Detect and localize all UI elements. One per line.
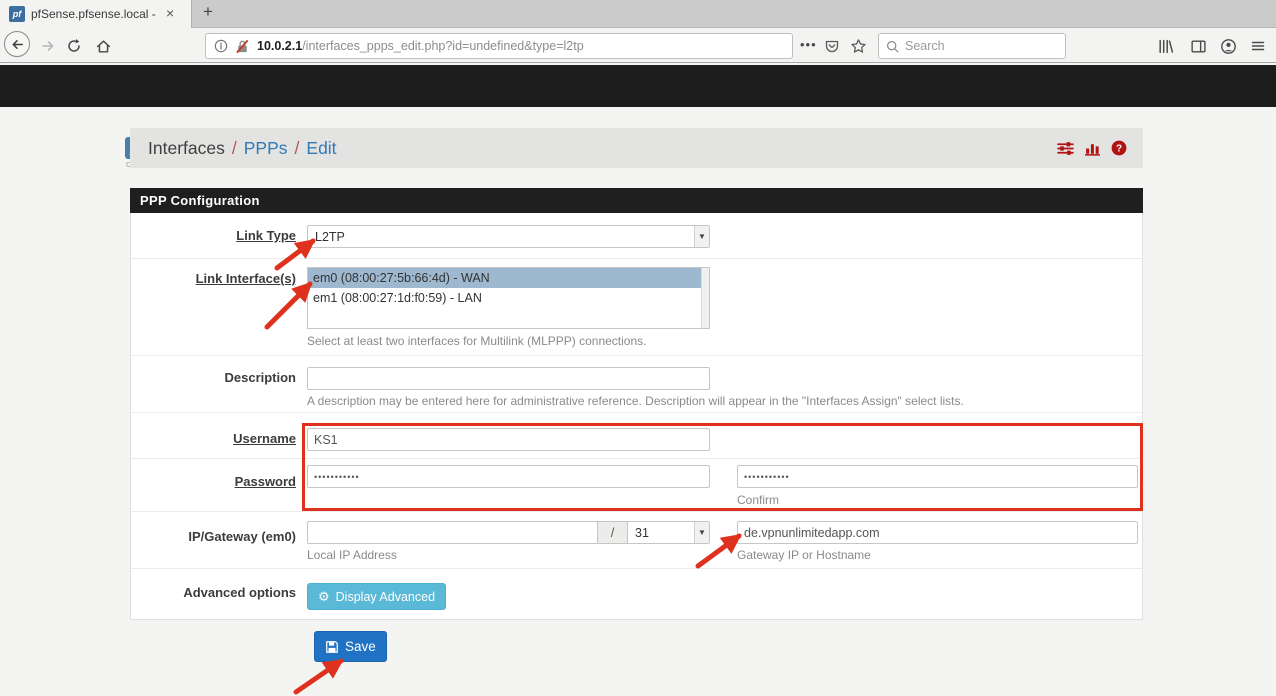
chevron-down-icon: ▼ — [694, 226, 709, 247]
description-help: A description may be entered here for ad… — [307, 394, 964, 408]
browser-tab[interactable]: pf pfSense.pfsense.local - × — [0, 0, 192, 28]
back-button[interactable] — [4, 31, 30, 57]
account-button[interactable] — [1218, 36, 1238, 56]
row-divider — [131, 568, 1142, 569]
arrow-save — [296, 661, 341, 692]
bookmark-button[interactable] — [848, 36, 868, 56]
local-ip-input[interactable] — [307, 521, 598, 544]
link-interfaces-label: Link Interface(s) — [138, 271, 296, 286]
tab-close-icon[interactable]: × — [166, 5, 174, 21]
url-bar[interactable]: 10.0.2.1/interfaces_ppps_edit.php?id=und… — [205, 33, 793, 59]
link-type-label: Link Type — [138, 228, 296, 243]
password-confirm-input[interactable] — [737, 465, 1138, 488]
breadcrumb-section: Interfaces — [148, 138, 225, 159]
link-interfaces-listbox[interactable]: em0 (08:00:27:5b:66:4d) - WAN em1 (08:00… — [307, 267, 710, 329]
hamburger-icon — [1250, 38, 1266, 54]
search-box[interactable] — [878, 33, 1066, 59]
listbox-option-em0[interactable]: em0 (08:00:27:5b:66:4d) - WAN — [308, 268, 709, 288]
library-icon — [1157, 38, 1174, 55]
description-input[interactable] — [307, 367, 710, 390]
sliders-icon[interactable] — [1057, 141, 1074, 156]
row-divider — [131, 258, 1142, 259]
save-label: Save — [345, 639, 376, 654]
account-icon — [1220, 38, 1237, 55]
library-button[interactable] — [1155, 36, 1175, 56]
password-input[interactable] — [307, 465, 710, 488]
forward-icon — [40, 38, 56, 54]
tab-title: pfSense.pfsense.local - — [31, 7, 156, 21]
password-confirm-help: Confirm — [737, 493, 779, 507]
home-icon — [95, 38, 112, 55]
breadcrumb-link-ppps[interactable]: PPPs — [244, 138, 288, 159]
ip-separator: / — [597, 521, 628, 544]
page-info-icon[interactable] — [214, 39, 228, 53]
sidebar-icon — [1190, 38, 1207, 55]
breadcrumb-separator: / — [295, 138, 300, 159]
chevron-down-icon: ▼ — [694, 522, 709, 543]
new-tab-button[interactable]: + — [203, 2, 213, 22]
browser-tab-bar: pf pfSense.pfsense.local - × + — [0, 0, 1276, 28]
svg-text:?: ? — [1116, 144, 1122, 155]
ip-gateway-label: IP/Gateway (em0) — [138, 529, 296, 544]
url-path: /interfaces_ppps_edit.php?id=undefined&t… — [302, 39, 583, 53]
row-divider — [131, 355, 1142, 356]
browser-toolbar: 10.0.2.1/interfaces_ppps_edit.php?id=und… — [0, 29, 1276, 63]
username-label: Username — [138, 431, 296, 446]
advanced-options-label: Advanced options — [138, 585, 296, 600]
link-type-value: L2TP — [308, 230, 694, 244]
star-icon — [850, 38, 867, 55]
reload-button[interactable] — [64, 36, 84, 56]
breadcrumb: Interfaces / PPPs / Edit ? — [130, 128, 1143, 168]
subnet-select[interactable]: 31 ▼ — [627, 521, 710, 544]
search-input[interactable] — [905, 39, 1045, 53]
breadcrumb-link-edit[interactable]: Edit — [306, 138, 336, 159]
reload-icon — [66, 38, 82, 54]
status-chart-icon[interactable] — [1084, 141, 1101, 156]
forward-button[interactable] — [38, 36, 58, 56]
password-label: Password — [138, 474, 296, 489]
display-advanced-button[interactable]: ⚙ Display Advanced — [307, 583, 446, 610]
gateway-help: Gateway IP or Hostname — [737, 548, 871, 562]
insecure-lock-icon[interactable] — [235, 39, 250, 54]
panel-title: PPP Configuration — [130, 188, 1143, 213]
link-interfaces-help: Select at least two interfaces for Multi… — [307, 334, 646, 348]
search-icon — [886, 40, 899, 53]
url-host: 10.0.2.1 — [257, 39, 302, 53]
display-advanced-label: Display Advanced — [336, 590, 435, 604]
sidebar-button[interactable] — [1188, 36, 1208, 56]
breadcrumb-separator: / — [232, 138, 237, 159]
home-button[interactable] — [93, 36, 113, 56]
row-divider — [131, 412, 1142, 413]
pocket-button[interactable] — [822, 36, 842, 56]
back-icon — [10, 37, 25, 52]
subnet-value: 31 — [628, 526, 694, 540]
url-text: 10.0.2.1/interfaces_ppps_edit.php?id=und… — [257, 39, 584, 53]
listbox-scrollbar[interactable] — [701, 268, 709, 328]
description-label: Description — [138, 370, 296, 385]
row-divider — [131, 458, 1142, 459]
row-divider — [131, 511, 1142, 512]
gear-icon: ⚙ — [318, 589, 330, 605]
page-actions-icon[interactable]: ••• — [800, 37, 817, 52]
link-type-select[interactable]: L2TP ▼ — [307, 225, 710, 248]
menu-button[interactable] — [1248, 36, 1268, 56]
save-floppy-icon — [325, 640, 339, 654]
save-button[interactable]: Save — [314, 631, 387, 662]
listbox-option-em1[interactable]: em1 (08:00:27:1d:f0:59) - LAN — [308, 288, 709, 308]
pfsense-favicon: pf — [9, 6, 25, 22]
local-ip-help: Local IP Address — [307, 548, 397, 562]
pfsense-navbar: pf sense COMMUNITY EDITION System▾ Inter… — [0, 65, 1276, 107]
help-icon[interactable]: ? — [1111, 140, 1127, 156]
username-input[interactable] — [307, 428, 710, 451]
gateway-input[interactable] — [737, 521, 1138, 544]
pocket-icon — [824, 38, 840, 54]
